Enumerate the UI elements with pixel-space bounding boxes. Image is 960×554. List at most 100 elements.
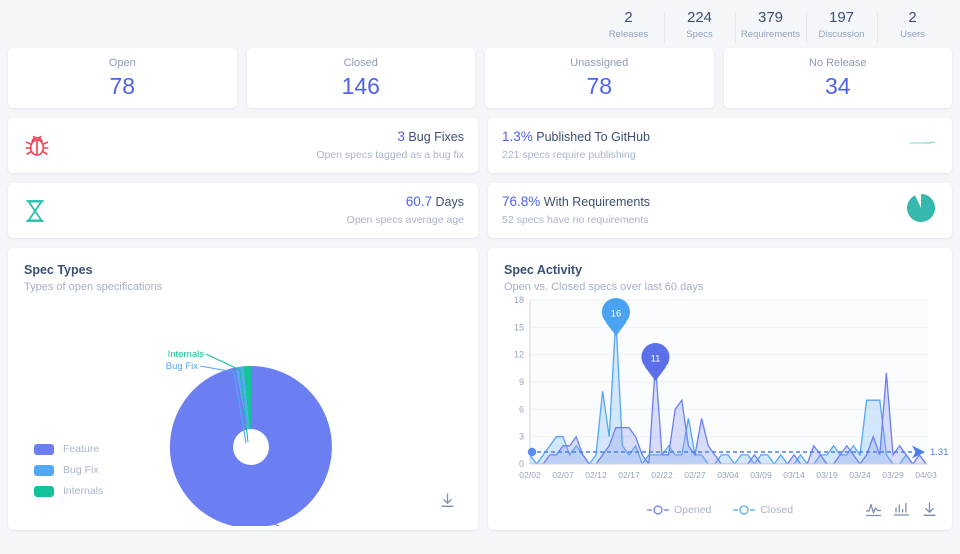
- spec-types-card: Spec Types Types of open specifications …: [8, 248, 478, 530]
- metric-text: 3 Bug Fixes Open specs tagged as a bug f…: [316, 128, 464, 163]
- svg-text:15: 15: [514, 322, 524, 332]
- kpi-label: Open: [108, 57, 136, 69]
- donut-hole: [233, 429, 269, 465]
- metric-unit: Days: [435, 195, 464, 209]
- card-title: Spec Activity: [504, 263, 583, 277]
- spec-types-header: Spec Types Types of open specifications: [8, 248, 478, 295]
- kpi-value: 78: [109, 73, 136, 99]
- metric-column-right: 1.3% Published To GitHub 221 specs requi…: [488, 118, 952, 238]
- kpi-value: 78: [586, 73, 613, 99]
- download-icon[interactable]: [921, 501, 938, 518]
- metric-unit: Bug Fixes: [408, 130, 464, 144]
- top-stats-bar: 2 Releases 224 Specs 379 Requirements 19…: [8, 0, 952, 48]
- top-stat-value: 2: [624, 8, 633, 26]
- metric-value: 1.3%: [502, 129, 533, 144]
- top-stat-label: Specs: [686, 28, 713, 40]
- metric-text: 1.3% Published To GitHub 221 specs requi…: [502, 128, 650, 163]
- svg-text:03/14: 03/14: [783, 470, 805, 480]
- metric-unit: Published To GitHub: [536, 130, 650, 144]
- legend-item-feature[interactable]: Feature: [34, 443, 103, 455]
- metric-title: 60.7 Days: [347, 193, 464, 211]
- metric-subtitle: 221 specs require publishing: [502, 149, 636, 161]
- top-stat-value: 224: [686, 8, 713, 26]
- legend-marker-opened-icon: [646, 505, 669, 515]
- kpi-card-row: Open 78 Closed 146 Unassigned 78 No Rele…: [8, 48, 952, 108]
- kpi-card-no-release[interactable]: No Release 34: [723, 48, 952, 108]
- top-stat-requirements[interactable]: 379 Requirements: [735, 7, 806, 43]
- svg-text:03/04: 03/04: [717, 470, 739, 480]
- line-chart-icon[interactable]: [865, 501, 882, 518]
- svg-text:12: 12: [514, 350, 524, 360]
- metric-text: 76.8% With Requirements 52 specs have no…: [502, 193, 650, 228]
- spec-activity-chart[interactable]: 0 3 6 9 12 15 18 1.31 02/02 02/07 02/12 …: [488, 292, 952, 502]
- dashboard-page: 2 Releases 224 Specs 379 Requirements 19…: [0, 0, 960, 554]
- spec-activity-tools: [865, 501, 938, 518]
- metric-row-average-age[interactable]: 60.7 Days Open specs average age: [8, 183, 478, 238]
- metric-row-with-requirements[interactable]: 76.8% With Requirements 52 specs have no…: [488, 183, 952, 238]
- top-stat-discussion[interactable]: 197 Discussion: [806, 7, 877, 43]
- top-stat-specs[interactable]: 224 Specs: [664, 7, 735, 43]
- svg-text:3: 3: [519, 432, 524, 442]
- legend-item-closed[interactable]: Closed: [733, 504, 793, 516]
- pie-progress-icon: [904, 126, 938, 165]
- svg-text:9: 9: [519, 377, 524, 387]
- bar-chart-icon[interactable]: [893, 501, 910, 518]
- metric-row-bug-fixes[interactable]: 3 Bug Fixes Open specs tagged as a bug f…: [8, 118, 478, 173]
- marker-value: 11: [651, 354, 661, 365]
- kpi-label: No Release: [809, 57, 867, 69]
- donut-callout-bug-fix: Bug Fix: [166, 361, 198, 372]
- metric-value: 76.8%: [502, 194, 541, 209]
- kpi-label: Closed: [343, 57, 378, 69]
- svg-text:0: 0: [519, 459, 524, 469]
- top-stat-label: Requirements: [740, 28, 801, 40]
- pie-progress-icon: [904, 191, 938, 230]
- legend-label: Opened: [673, 504, 712, 516]
- metric-subtitle: 52 specs have no requirements: [502, 214, 649, 226]
- legend-label: Feature: [63, 443, 100, 455]
- kpi-value: 146: [341, 73, 380, 99]
- svg-text:03/29: 03/29: [882, 470, 904, 480]
- svg-text:18: 18: [514, 295, 524, 305]
- legend-item-opened[interactable]: Opened: [646, 504, 712, 516]
- svg-text:03/09: 03/09: [750, 470, 772, 480]
- kpi-value: 34: [824, 73, 851, 99]
- kpi-label: Unassigned: [570, 57, 629, 69]
- top-stat-label: Users: [900, 28, 925, 40]
- top-stat-value: 2: [908, 8, 917, 26]
- metric-row-published-github[interactable]: 1.3% Published To GitHub 221 specs requi…: [488, 118, 952, 173]
- hourglass-icon: [22, 197, 62, 225]
- y-axis-ticks: 0 3 6 9 12 15 18: [514, 295, 524, 469]
- donut-callout-internals: Internals: [168, 349, 205, 360]
- svg-text:03/24: 03/24: [849, 470, 871, 480]
- legend-swatch: [34, 485, 54, 497]
- legend-swatch: [34, 443, 54, 455]
- top-stat-value: 379: [757, 8, 784, 26]
- top-stat-value: 197: [828, 8, 855, 26]
- kpi-card-closed[interactable]: Closed 146: [246, 48, 475, 108]
- download-icon[interactable]: [439, 492, 456, 514]
- card-title: Spec Types: [24, 263, 93, 277]
- legend-item-bug-fix[interactable]: Bug Fix: [34, 464, 103, 476]
- svg-text:02/12: 02/12: [585, 470, 607, 480]
- metric-subtitle: Open specs average age: [346, 214, 464, 226]
- top-stat-label: Releases: [608, 28, 649, 40]
- top-stat-releases[interactable]: 2 Releases: [593, 7, 664, 42]
- trend-start-dot: [527, 447, 537, 457]
- spec-activity-header: Spec Activity Open vs. Closed specs over…: [488, 248, 952, 295]
- legend-label: Internals: [63, 485, 104, 497]
- svg-text:04/03: 04/03: [915, 470, 937, 480]
- metric-unit: With Requirements: [543, 195, 651, 209]
- metric-column-left: 3 Bug Fixes Open specs tagged as a bug f…: [8, 118, 478, 238]
- top-stat-users[interactable]: 2 Users: [877, 7, 948, 43]
- svg-text:02/17: 02/17: [618, 470, 640, 480]
- svg-text:02/07: 02/07: [552, 470, 574, 480]
- legend-swatch: [34, 464, 54, 476]
- bug-icon: [22, 132, 62, 160]
- trend-average-label: 1.31: [930, 447, 949, 458]
- legend-item-internals[interactable]: Internals: [34, 485, 103, 497]
- kpi-card-open[interactable]: Open 78: [8, 48, 237, 108]
- kpi-card-unassigned[interactable]: Unassigned 78: [485, 48, 714, 108]
- metric-value: 3: [397, 129, 405, 144]
- svg-text:02/22: 02/22: [651, 470, 673, 480]
- legend-label: Closed: [760, 504, 794, 516]
